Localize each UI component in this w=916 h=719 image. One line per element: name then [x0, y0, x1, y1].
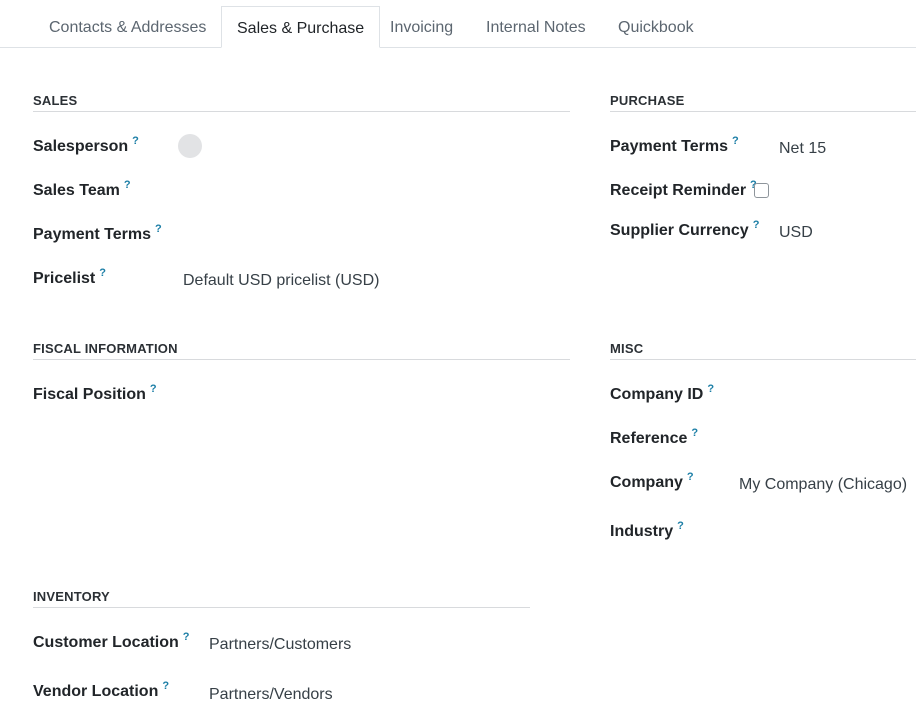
tab-contacts-addresses[interactable]: Contacts & Addresses: [49, 6, 206, 46]
vendor-location-label: Vendor Location?: [33, 680, 170, 700]
customer-location-help-icon[interactable]: ?: [183, 631, 190, 643]
tab-internal-notes[interactable]: Internal Notes: [486, 6, 586, 46]
tab-quickbook[interactable]: Quickbook: [618, 6, 694, 46]
industry-label: Industry?: [610, 520, 684, 540]
supplier-currency-label: Supplier Currency?: [610, 219, 760, 239]
sales-divider: [33, 111, 570, 112]
purchase-payment-terms-field[interactable]: Net 15: [779, 140, 826, 158]
purchase-section-title: PURCHASE: [610, 93, 685, 108]
company-id-label: Company ID?: [610, 383, 715, 403]
pricelist-help-icon[interactable]: ?: [99, 267, 106, 279]
purchase-payment-terms-label: Payment Terms?: [610, 135, 739, 155]
company-label: Company?: [610, 471, 694, 491]
pricelist-label: Pricelist?: [33, 267, 106, 287]
company-id-help-icon[interactable]: ?: [707, 383, 714, 395]
vendor-location-help-icon[interactable]: ?: [162, 680, 169, 692]
fiscal-section-title: FISCAL INFORMATION: [33, 341, 178, 356]
company-field[interactable]: My Company (Chicago): [739, 476, 907, 494]
supplier-currency-field[interactable]: USD: [779, 224, 813, 242]
misc-section-title: MISC: [610, 341, 644, 356]
inventory-divider: [33, 607, 530, 608]
sales-payment-terms-help-icon[interactable]: ?: [155, 223, 162, 235]
purchase-divider: [610, 111, 916, 112]
supplier-currency-help-icon[interactable]: ?: [753, 219, 760, 231]
vendor-location-field[interactable]: Partners/Vendors: [209, 686, 333, 704]
receipt-reminder-label: Receipt Reminder?: [610, 179, 757, 200]
notebook-tabs: Contacts & Addresses Sales & Purchase In…: [0, 0, 916, 48]
reference-label: Reference?: [610, 427, 699, 447]
salesperson-help-icon[interactable]: ?: [132, 135, 139, 147]
purchase-payment-terms-help-icon[interactable]: ?: [732, 135, 739, 147]
misc-divider: [610, 359, 916, 360]
company-help-icon[interactable]: ?: [687, 471, 694, 483]
customer-location-label: Customer Location?: [33, 631, 190, 651]
sales-payment-terms-label: Payment Terms?: [33, 223, 162, 243]
salesperson-label: Salesperson?: [33, 135, 139, 155]
sales-section-title: SALES: [33, 93, 78, 108]
customer-location-field[interactable]: Partners/Customers: [209, 636, 351, 654]
fiscal-position-help-icon[interactable]: ?: [150, 383, 157, 395]
sales-team-label: Sales Team?: [33, 179, 131, 199]
tab-invoicing[interactable]: Invoicing: [390, 6, 453, 46]
receipt-reminder-checkbox[interactable]: [754, 183, 769, 198]
industry-help-icon[interactable]: ?: [677, 520, 684, 532]
fiscal-divider: [33, 359, 570, 360]
reference-help-icon[interactable]: ?: [691, 427, 698, 439]
fiscal-position-label: Fiscal Position?: [33, 383, 157, 403]
pricelist-field[interactable]: Default USD pricelist (USD): [183, 272, 379, 290]
salesperson-avatar[interactable]: [178, 134, 202, 158]
sales-team-help-icon[interactable]: ?: [124, 179, 131, 191]
tab-sales-purchase[interactable]: Sales & Purchase: [221, 6, 381, 48]
inventory-section-title: INVENTORY: [33, 589, 110, 604]
